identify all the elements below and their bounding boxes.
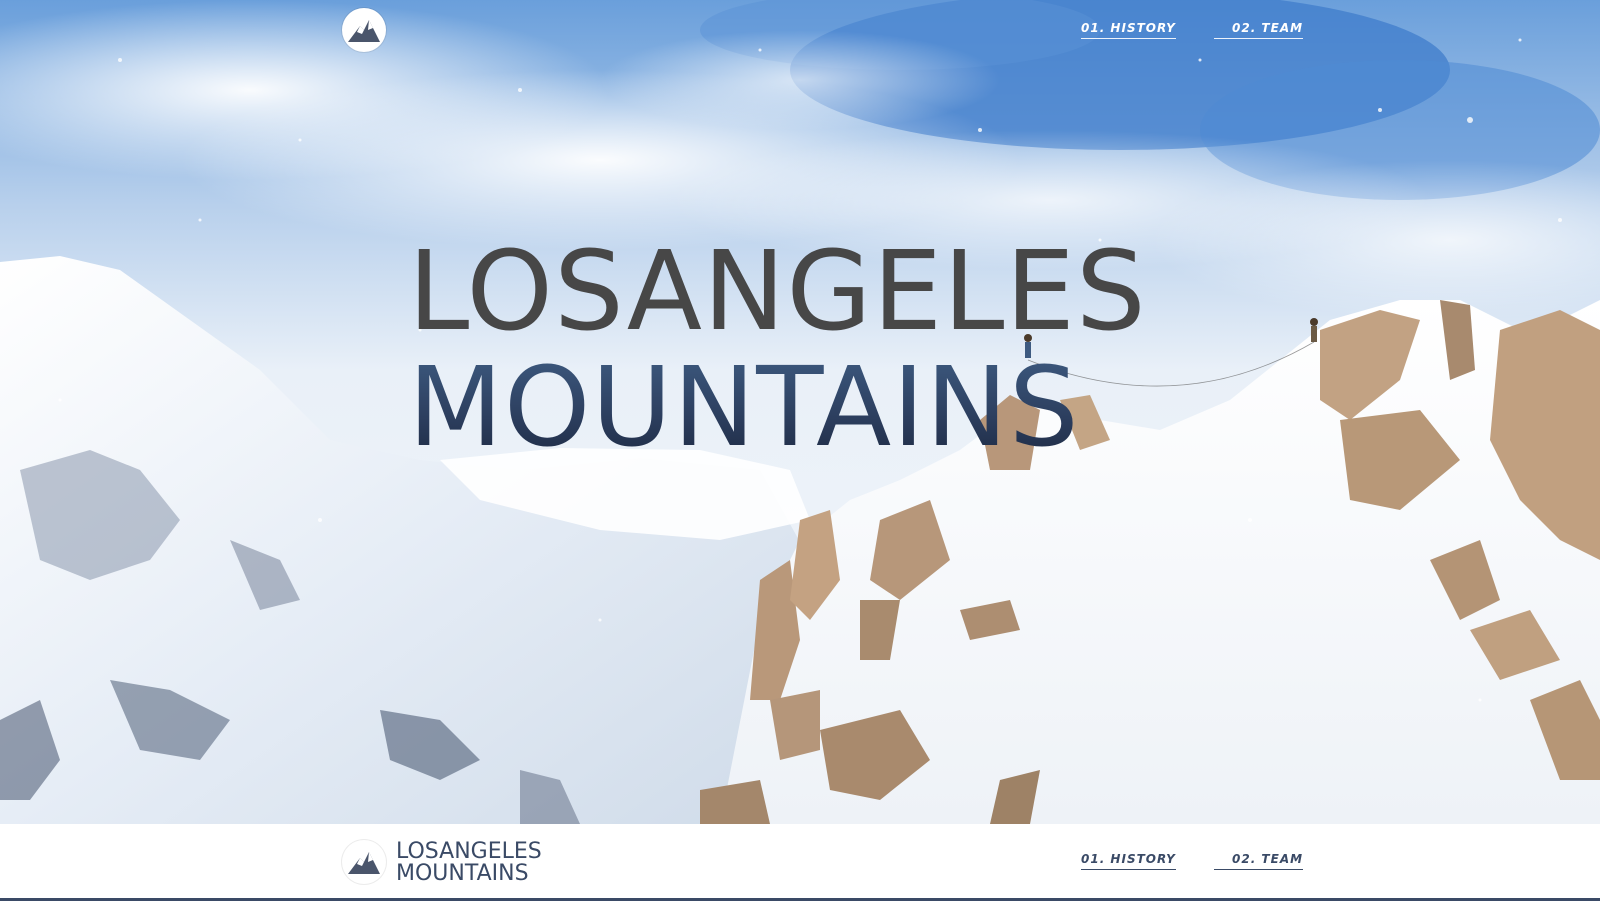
footer-brand-line2: MOUNTAINS xyxy=(396,861,529,886)
hero-nav: 01. HISTORY 02. TEAM xyxy=(0,0,1600,60)
footer-nav-link-team[interactable]: 02. TEAM xyxy=(1214,852,1304,870)
hero-title-line2: MOUNTAINS xyxy=(408,352,1147,462)
hero-title: LOSANGELES MOUNTAINS xyxy=(408,236,1147,462)
footer-bar: LOSANGELES MOUNTAINS 01. HISTORY 02. TEA… xyxy=(0,824,1600,901)
nav-link-history[interactable]: 01. HISTORY xyxy=(1081,21,1176,39)
logo-link[interactable] xyxy=(342,8,386,52)
hero-title-line1: LOSANGELES xyxy=(408,227,1147,355)
footer-brand-wordmark: LOSANGELES MOUNTAINS xyxy=(396,841,542,885)
mountain-peak-icon xyxy=(348,20,380,42)
nav-link-team[interactable]: 02. TEAM xyxy=(1214,21,1304,39)
hero-section: 01. HISTORY 02. TEAM LOSANGELES MOUNTAIN… xyxy=(0,0,1600,824)
footer-nav-link-history[interactable]: 01. HISTORY xyxy=(1081,852,1176,870)
footer-logo-link[interactable] xyxy=(342,840,386,884)
mountain-peak-icon xyxy=(348,852,380,874)
footer-brand-line1: LOSANGELES xyxy=(396,839,542,864)
